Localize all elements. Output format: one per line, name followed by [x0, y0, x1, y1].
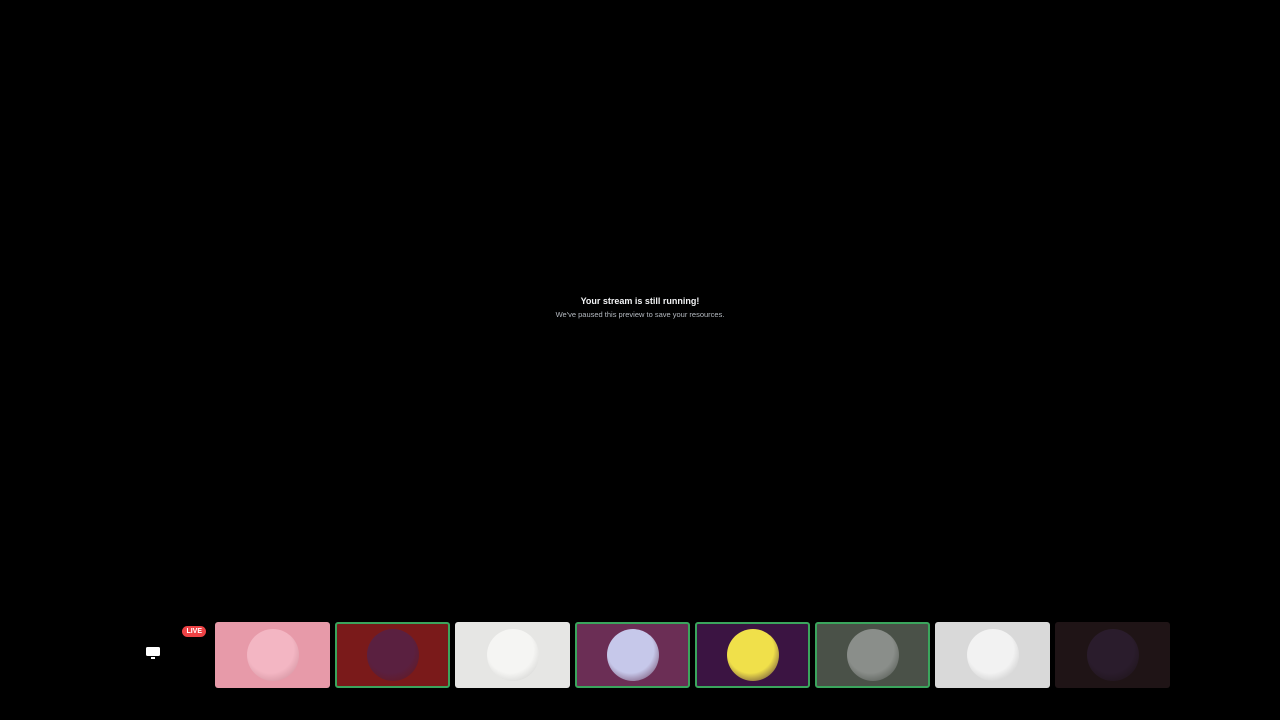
participant-avatar [606, 629, 659, 681]
self-stream-tile[interactable]: LIVE [95, 622, 210, 688]
participant-tile[interactable] [815, 622, 930, 688]
participant-tile[interactable] [215, 622, 330, 688]
participant-avatar [1086, 629, 1139, 681]
participant-avatar [726, 629, 779, 681]
participant-avatar [366, 629, 419, 681]
participant-avatar [486, 629, 539, 681]
paused-title: Your stream is still running! [580, 296, 700, 306]
participant-tile[interactable] [335, 622, 450, 688]
participant-tile[interactable] [575, 622, 690, 688]
participant-strip: LIVE [95, 622, 1175, 688]
participant-tile[interactable] [455, 622, 570, 688]
participant-avatar [846, 629, 899, 681]
participant-tile[interactable] [935, 622, 1050, 688]
paused-subtitle: We've paused this preview to save your r… [555, 310, 725, 319]
stream-preview-area: Your stream is still running! We've paus… [0, 0, 1280, 720]
paused-message: Your stream is still running! We've paus… [440, 295, 840, 321]
participant-tile[interactable] [1055, 622, 1170, 688]
screen-share-icon [145, 645, 161, 666]
live-badge: LIVE [182, 626, 206, 637]
participant-avatar [246, 629, 299, 681]
participant-avatar [966, 629, 1019, 681]
participant-tile[interactable] [695, 622, 810, 688]
